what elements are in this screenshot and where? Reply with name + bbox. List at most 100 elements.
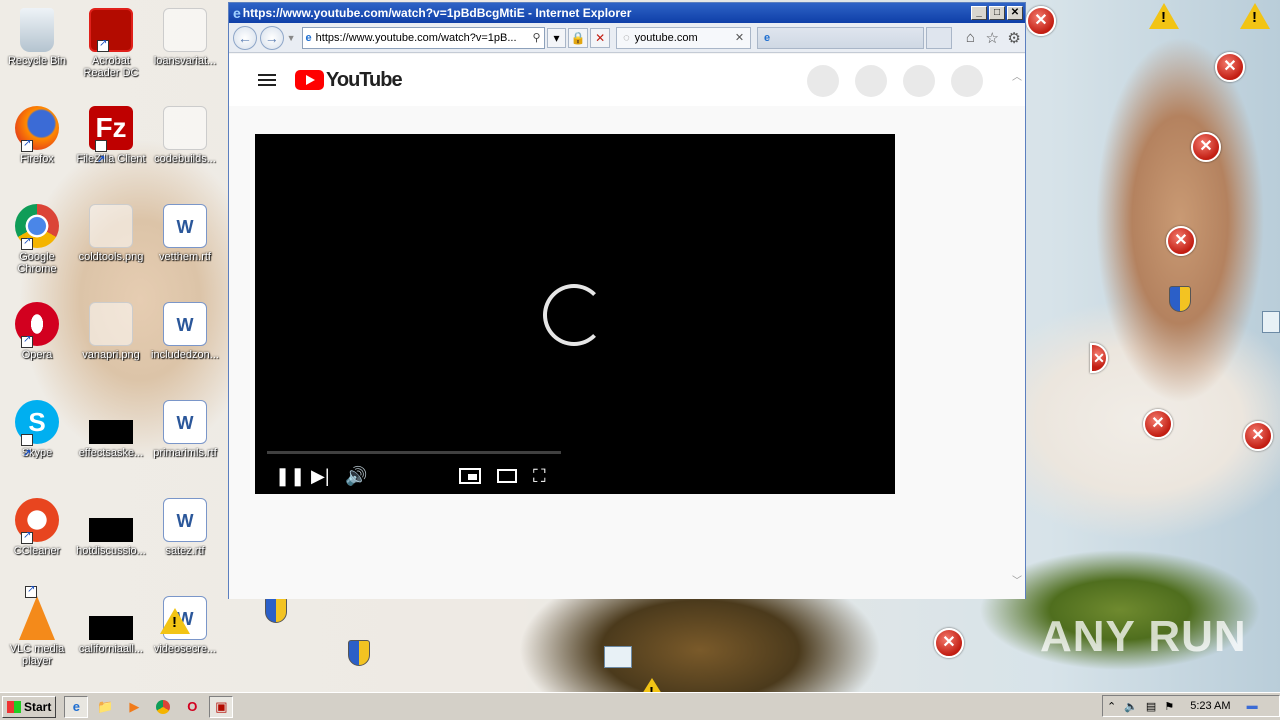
filezilla-icon: Fz xyxy=(89,106,133,182)
loading-spinner-icon xyxy=(543,284,605,346)
scroll-down-icon[interactable]: ﹀ xyxy=(1012,572,1022,587)
error-icon xyxy=(1143,409,1173,439)
desktop-icon-opera[interactable]: Opera xyxy=(0,302,74,361)
scrollbar[interactable]: ︿ ﹀ xyxy=(1009,54,1025,599)
favorites-star-icon[interactable]: ☆ xyxy=(981,29,1003,47)
ie-window: e https://www.youtube.com/watch?v=1pBdBc… xyxy=(228,2,1026,599)
page-content: YouTube ❚❚ ▶| 🔊 ⛶ ︿ ﹀ xyxy=(229,54,1025,599)
header-placeholder-icon[interactable] xyxy=(807,65,839,97)
progress-bar[interactable] xyxy=(267,451,561,454)
youtube-play-icon xyxy=(295,70,324,90)
address-dropdown-button[interactable]: ▾ xyxy=(546,27,567,48)
desktop-icon-file[interactable]: effectsaske... xyxy=(74,400,148,459)
youtube-logo[interactable]: YouTube xyxy=(295,69,403,92)
blank-file-icon xyxy=(163,106,207,150)
desktop-icon-skype[interactable]: S Skype xyxy=(0,400,74,476)
desktop-icon-label: primarimls.rtf xyxy=(153,447,217,459)
ie-title-bar[interactable]: e https://www.youtube.com/watch?v=1pBdBc… xyxy=(229,3,1025,23)
video-player[interactable]: ❚❚ ▶| 🔊 ⛶ xyxy=(255,134,895,494)
volume-tray-icon[interactable]: 🔈 xyxy=(1124,700,1138,713)
tab-list-button[interactable] xyxy=(925,26,952,49)
desktop-icon-label: hotdiscussio... xyxy=(76,545,146,557)
network-tray-icon[interactable]: ▤ xyxy=(1146,700,1156,713)
loading-icon: ◌ xyxy=(623,31,630,44)
window-thumbnail-icon xyxy=(604,646,632,668)
desktop-icon-file[interactable]: coldtools.png xyxy=(74,204,148,263)
desktop-icon-file[interactable]: codebuilds... xyxy=(148,106,222,165)
error-icon xyxy=(1166,226,1196,256)
theater-mode-button[interactable] xyxy=(497,469,517,483)
error-icon xyxy=(1215,52,1245,82)
action-center-flag-icon[interactable]: ⚑ xyxy=(1164,700,1174,713)
close-button[interactable]: ✕ xyxy=(1007,6,1023,20)
desktop-icon-acrobat[interactable]: Acrobat Reader DC xyxy=(74,8,148,79)
header-placeholder-icon[interactable] xyxy=(903,65,935,97)
volume-icon[interactable]: 🔊 xyxy=(345,466,367,486)
history-dropdown-icon[interactable]: ▼ xyxy=(287,33,296,43)
show-desktop-icon[interactable]: ▬ xyxy=(1247,700,1258,712)
warning-icon xyxy=(1149,3,1179,29)
acrobat-icon xyxy=(89,8,133,52)
desktop-icon-file[interactable]: californiaall... xyxy=(74,596,148,655)
desktop-icon-label: loansvariat... xyxy=(153,55,217,67)
tray-expand-icon[interactable]: ⌃ xyxy=(1107,700,1116,713)
maximize-button[interactable]: □ xyxy=(989,6,1005,20)
scroll-up-icon[interactable]: ︿ xyxy=(1012,68,1022,83)
desktop-icon-word-doc[interactable]: W primarimls.rtf xyxy=(148,400,222,459)
desktop-icon-label: Firefox xyxy=(20,153,54,165)
desktop-icon-word-doc[interactable]: W includedzon... xyxy=(148,302,222,361)
desktop-icon-label: Recycle Bin xyxy=(7,55,67,67)
taskbar-ie-button[interactable]: e xyxy=(64,695,89,718)
search-icon[interactable]: ⚲ xyxy=(532,31,540,44)
miniplayer-button[interactable] xyxy=(459,468,481,484)
desktop-icon-recycle-bin[interactable]: Recycle Bin xyxy=(0,8,74,67)
taskbar-media-player-button[interactable]: ▶ xyxy=(122,696,146,718)
address-bar[interactable]: e https://www.youtube.com/watch?v=1pB...… xyxy=(301,26,545,49)
desktop-icon-file[interactable]: hotdiscussio... xyxy=(74,498,148,557)
desktop-icon-label: VLC media player xyxy=(9,643,65,667)
warning-icon xyxy=(1240,3,1270,29)
gear-icon[interactable]: ⚙ xyxy=(1003,29,1025,47)
start-button[interactable]: Start xyxy=(2,695,57,718)
clock[interactable]: 5:23 AM xyxy=(1190,700,1230,712)
chrome-icon xyxy=(15,204,59,250)
uac-shield-icon xyxy=(348,640,370,666)
desktop-icon-ccleaner[interactable]: CCleaner xyxy=(0,498,74,557)
window-thumbnail-icon xyxy=(1262,311,1280,333)
anyrun-watermark: ANY RUN xyxy=(1040,612,1247,661)
desktop-icon-word-doc[interactable]: W vetthem.rtf xyxy=(148,204,222,263)
ie-page-icon: e xyxy=(764,31,771,44)
header-placeholder-icon[interactable] xyxy=(855,65,887,97)
black-thumbnail-icon xyxy=(89,420,133,444)
back-button[interactable]: ← xyxy=(233,25,257,50)
desktop-icon-chrome[interactable]: Google Chrome xyxy=(0,204,74,275)
desktop-icon-label: codebuilds... xyxy=(154,153,216,165)
warning-icon xyxy=(160,608,190,634)
tab-close-icon[interactable]: ✕ xyxy=(735,31,744,44)
forward-button[interactable]: → xyxy=(259,25,284,50)
taskbar-opera-button[interactable]: O xyxy=(180,696,204,718)
desktop-icon-label: includedzon... xyxy=(151,349,219,361)
pause-button[interactable]: ❚❚ xyxy=(275,466,305,486)
fullscreen-button[interactable]: ⛶ xyxy=(533,466,546,486)
taskbar-app-button[interactable]: ▣ xyxy=(209,695,234,718)
desktop-icon-filezilla[interactable]: Fz FileZilla Client xyxy=(74,106,148,182)
minimize-button[interactable]: _ xyxy=(971,6,987,20)
tab-youtube[interactable]: ◌ youtube.com ✕ xyxy=(616,26,752,49)
desktop-icon-firefox[interactable]: Firefox xyxy=(0,106,74,165)
new-tab-button[interactable]: e xyxy=(757,26,924,49)
desktop-icon-vlc[interactable]: VLC media player xyxy=(0,584,74,667)
next-button[interactable]: ▶| xyxy=(311,466,330,486)
word-doc-icon: W xyxy=(163,498,207,542)
word-doc-icon: W xyxy=(163,400,207,444)
stop-button[interactable]: ✕ xyxy=(590,27,611,48)
taskbar-chrome-button[interactable] xyxy=(151,696,175,718)
desktop-icon-word-doc[interactable]: W satez.rtf xyxy=(148,498,222,557)
lock-icon[interactable]: 🔒 xyxy=(568,27,589,48)
home-icon[interactable]: ⌂ xyxy=(960,29,982,46)
menu-icon[interactable] xyxy=(258,71,276,89)
taskbar-explorer-button[interactable]: 📁 xyxy=(93,696,117,718)
desktop-icon-file[interactable]: loansvariat... xyxy=(148,8,222,67)
desktop-icon-file[interactable]: vanapri.png xyxy=(74,302,148,361)
header-placeholder-icon[interactable] xyxy=(951,65,983,97)
